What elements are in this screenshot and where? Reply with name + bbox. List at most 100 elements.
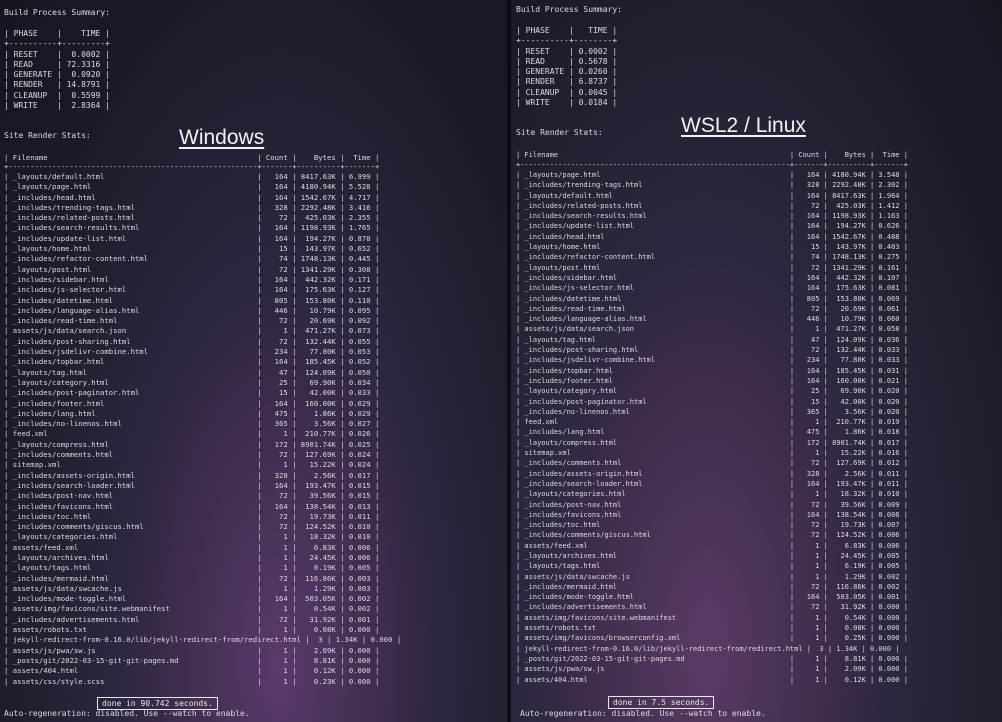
render-stats-row: | _includes/post-nav.html | 72 | 39.56K … — [4, 491, 380, 501]
phase-table-row: | RESET | 0.0002 | — [4, 49, 110, 59]
autoregen-message: Auto-regeneration: disabled. Use --watch… — [4, 709, 250, 718]
build-summary-title: Build Process Summary: — [516, 5, 622, 14]
render-stats-row: | _includes/advertisements.html | 72 | 3… — [4, 614, 380, 624]
phase-table: | PHASE | TIME | +----------+---------+ | … — [4, 29, 110, 111]
render-stats-row: | assets/robots.txt | 1 | 0.08K | 0.000 … — [516, 624, 908, 633]
render-stats-row: | _layouts/default.html | 164 | 8417.63K… — [4, 172, 380, 181]
render-stats-row: | _includes/datetime.html | 805 | 153.80… — [516, 294, 908, 303]
windows-terminal-pane: Build Process Summary: | PHASE | TIME | +… — [0, 0, 507, 722]
render-stats-row: | assets/js/pwa/sw.js | 1 | 2.09K | 0.00… — [516, 665, 908, 674]
phase-table-row: | CLEANUP | 0.5599 | — [4, 90, 110, 100]
render-stats-row: | assets/img/favicons/browserconfig.xml … — [516, 634, 908, 643]
render-stats-row: | _includes/related-posts.html | 72 | 42… — [516, 201, 908, 210]
render-stats-row: | assets/img/favicons/site.webmanifest |… — [516, 613, 908, 622]
render-stats-row: | _posts/git/2022-03-15-git-git-pages.md… — [516, 654, 908, 663]
render-stats-row: | _includes/sidebar.html | 164 | 442.32K… — [4, 274, 380, 284]
render-stats-row: | _includes/refactor-content.html | 74 |… — [516, 253, 908, 262]
render-stats-row: | assets/js/pwa/sw.js | 1 | 2.09K | 0.00… — [4, 645, 380, 655]
render-stats-row: | _includes/assets-origin.html | 328 | 2… — [4, 470, 380, 480]
render-stats-row: | assets/css/style.scss | 1 | 0.23K | 0.… — [4, 676, 380, 686]
render-stats-row: | assets/js/data/search.json | 1 | 471.2… — [516, 325, 908, 334]
render-stats-row: | feed.xml | 1 | 210.77K | 0.026 | — [4, 429, 380, 439]
render-stats-row: | _includes/no-linenos.html | 365 | 3.56… — [4, 419, 380, 429]
render-stats-row: | _includes/assets-origin.html | 328 | 2… — [516, 469, 908, 478]
phase-table-row: | GENERATE | 0.0920 | — [4, 70, 110, 80]
render-stats-separator: +---------------------------------------… — [4, 162, 380, 171]
phase-table-row: | CLEANUP | 0.0045 | — [516, 87, 618, 97]
render-stats-row: | _includes/comments/giscus.html | 72 | … — [4, 522, 380, 532]
phase-table-row: | PHASE | TIME | — [4, 29, 110, 38]
render-stats-row: | _includes/comments.html | 72 | 127.69K… — [516, 459, 908, 468]
render-stats-row: | _includes/footer.html | 164 | 160.00K … — [4, 398, 380, 408]
render-stats-row: | assets/robots.txt | 1 | 0.08K | 0.000 … — [4, 625, 380, 635]
render-stats-row: | _includes/footer.html | 164 | 160.00K … — [516, 376, 908, 385]
render-stats-row: | _includes/read-time.html | 72 | 20.69K… — [4, 316, 380, 326]
render-stats-row: | _includes/js-selector.html | 164 | 175… — [4, 285, 380, 295]
render-stats-row: | assets/js/data/swcache.js | 1 | 1.29K … — [4, 583, 380, 593]
render-stats-row: | assets/feed.xml | 1 | 6.83K | 0.006 | — [516, 541, 908, 550]
render-stats-row: | sitemap.xml | 1 | 15.22K | 0.016 | — [516, 449, 908, 458]
phase-table-row: | GENERATE | 0.0260 | — [516, 67, 618, 77]
render-stats-row: | _layouts/default.html | 164 | 8417.63K… — [516, 191, 908, 200]
render-stats-row: | _layouts/page.html | 164 | 4180.94K | … — [4, 182, 380, 192]
render-stats-row: | _includes/jsdelivr-combine.html | 234 … — [4, 347, 380, 357]
render-stats-row: | _includes/language-alias.html | 446 | … — [516, 315, 908, 324]
render-stats-row: | _includes/comments/giscus.html | 72 | … — [516, 531, 908, 540]
render-stats-row: | _includes/update-list.html | 164 | 194… — [516, 222, 908, 231]
render-stats-row: | _includes/favicons.html | 164 | 138.54… — [4, 501, 380, 511]
os-label-linux: WSL2 / Linux — [681, 114, 806, 137]
render-stats-row: | _layouts/compress.html | 172 | 8901.74… — [516, 438, 908, 447]
render-stats-row: | _includes/trending-tags.html | 328 | 2… — [516, 181, 908, 190]
phase-table-row: | RENDER | 14.8791 | — [4, 80, 110, 90]
phase-table-row: | READ | 72.3316 | — [4, 59, 110, 69]
render-stats-rows: | _layouts/default.html | 164 | 8417.63K… — [4, 172, 401, 687]
render-stats-row: | assets/404.html | 1 | 0.12K | 0.000 | — [4, 666, 380, 676]
os-label-windows: Windows — [179, 126, 265, 149]
render-stats-row: | _includes/post-sharing.html | 72 | 132… — [516, 346, 908, 355]
phase-table-row: | RESET | 0.0002 | — [516, 46, 618, 56]
render-stats-row: | _includes/advertisements.html | 72 | 3… — [516, 603, 908, 612]
phase-table-row: | RENDER | 6.8737 | — [516, 77, 618, 87]
render-stats-row: | jekyll-redirect-from-0.16.0/lib/jekyll… — [516, 644, 900, 653]
phase-table-row: | WRITE | 2.8364 | — [4, 101, 110, 111]
render-stats-row: | _includes/mode-toggle.html | 164 | 503… — [4, 594, 380, 604]
render-stats-row: | _layouts/tags.html | 1 | 6.19K | 0.005… — [4, 563, 380, 573]
render-stats-row: | _includes/post-sharing.html | 72 | 132… — [4, 336, 380, 346]
render-stats-row: | _includes/no-linenos.html | 365 | 3.56… — [516, 407, 908, 416]
render-stats-row: | sitemap.xml | 1 | 15.22K | 0.024 | — [4, 460, 380, 470]
render-stats-row: | _includes/mermaid.html | 72 | 116.86K … — [516, 582, 908, 591]
render-stats-row: | assets/404.html | 1 | 0.12K | 0.000 | — [516, 675, 908, 684]
render-stats-header: | Filename | Count | Bytes | Time | — [516, 151, 908, 159]
render-stats-row: | _includes/refactor-content.html | 74 |… — [4, 254, 380, 264]
render-stats-row: | _layouts/page.html | 164 | 4180.94K | … — [516, 171, 908, 179]
render-stats-row: | _includes/post-paginator.html | 15 | 4… — [4, 388, 380, 398]
render-stats-row: | _includes/search-loader.html | 164 | 1… — [516, 479, 908, 488]
render-stats-row: | _layouts/compress.html | 172 | 8901.74… — [4, 439, 380, 449]
render-stats-row: | assets/js/data/search.json | 1 | 471.2… — [4, 326, 380, 336]
render-stats-row: | _includes/related-posts.html | 72 | 42… — [4, 213, 380, 223]
render-stats-row: | _includes/sidebar.html | 164 | 442.32K… — [516, 273, 908, 282]
render-stats-row: | _posts/git/2022-03-15-git-git-pages.md… — [4, 655, 380, 665]
render-stats-row: | _includes/toc.html | 72 | 19.73K | 0.0… — [4, 511, 380, 521]
phase-table: | PHASE | TIME | +----------+--------+ | R… — [516, 26, 617, 108]
done-message: done in 7.5 seconds. — [608, 696, 715, 709]
render-stats-row: | _layouts/tags.html | 1 | 6.19K | 0.005… — [516, 562, 908, 571]
build-summary-title: Build Process Summary: — [4, 8, 110, 17]
render-stats-row: | _layouts/categories.html | 1 | 18.32K … — [4, 532, 380, 542]
autoregen-message: Auto-regeneration: disabled. Use --watch… — [520, 709, 766, 718]
render-stats-row: | _layouts/category.html | 25 | 69.90K |… — [516, 387, 908, 396]
render-stats-row: | _includes/favicons.html | 164 | 138.54… — [516, 510, 908, 519]
render-stats-row: | _includes/jsdelivr-combine.html | 234 … — [516, 356, 908, 365]
render-stats-rows: | _layouts/page.html | 164 | 4180.94K | … — [516, 170, 908, 685]
render-stats-row: | _includes/head.html | 164 | 1542.67K |… — [4, 192, 380, 202]
phase-table-row: | PHASE | TIME | — [516, 26, 618, 35]
render-stats-row: | _layouts/tag.html | 47 | 124.09K | 0.0… — [516, 335, 908, 344]
render-stats-row: | _includes/topbar.html | 164 | 185.45K … — [4, 357, 380, 367]
render-stats-row: | _layouts/archives.html | 1 | 24.45K | … — [516, 551, 908, 560]
render-stats-separator: +---------------------------------------… — [516, 161, 908, 169]
render-stats-row: | _layouts/post.html | 72 | 1341.29K | 0… — [4, 264, 380, 274]
render-stats-row: | _includes/update-list.html | 164 | 194… — [4, 233, 380, 243]
render-stats-row: | _includes/topbar.html | 164 | 185.45K … — [516, 366, 908, 375]
render-stats-row: | _includes/toc.html | 72 | 19.73K | 0.0… — [516, 521, 908, 530]
render-stats-title: Site Render Stats: — [516, 128, 603, 137]
